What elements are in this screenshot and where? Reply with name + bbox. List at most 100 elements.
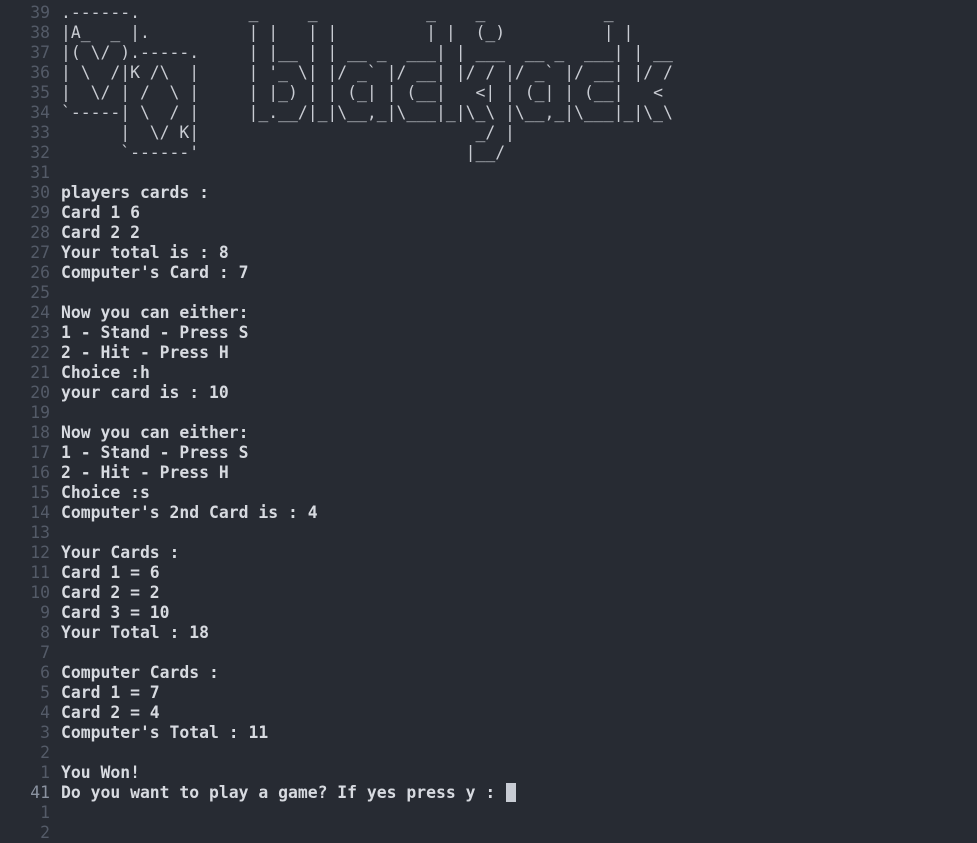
code-line: 28 Card 2 2 [0, 223, 140, 243]
output-text: Card 3 = 10 [61, 603, 170, 622]
ascii-art-line: .------. _ _ _ _ _ [61, 3, 614, 22]
output-text: Now you can either: [61, 303, 249, 322]
line-number: 27 [30, 243, 50, 262]
output-text: Choice :s [61, 483, 150, 502]
code-line: 27 Your total is : 8 [0, 243, 229, 263]
code-line: 5 Card 1 = 7 [0, 683, 160, 703]
prompt-container[interactable]: Do you want to play a game? If yes press… [61, 783, 517, 803]
ascii-art-line: |( \/ ).-----. | |__ | | __ _ ___| | ___… [61, 43, 673, 62]
code-line: 1 [0, 803, 50, 823]
code-line: 38 |A_ _ |. | | | | | | (_) | | [0, 23, 633, 43]
code-line: 15 Choice :s [0, 483, 150, 503]
line-number: 17 [30, 443, 50, 462]
code-line: 39 .------. _ _ _ _ _ [0, 3, 613, 23]
line-number: 31 [30, 163, 50, 182]
code-line: 12 Your Cards : [0, 543, 179, 563]
line-number: 37 [30, 43, 50, 62]
code-line: 19 [0, 403, 50, 423]
output-text: Card 2 2 [61, 223, 140, 242]
code-line: 3 Computer's Total : 11 [0, 723, 268, 743]
output-text: Computer Cards : [61, 663, 219, 682]
code-line: 34 `-----| \ / | |_.__/|_|\__,_|\___|_|\_… [0, 103, 673, 123]
line-number: 35 [30, 83, 50, 102]
line-number: 18 [30, 423, 50, 442]
line-number: 21 [30, 363, 50, 382]
line-number: 33 [30, 123, 50, 142]
line-number: 5 [40, 683, 50, 702]
prompt-line[interactable]: 41 Do you want to play a game? If yes pre… [0, 783, 517, 803]
code-line: 2 [0, 823, 50, 843]
line-number: 3 [40, 723, 50, 742]
line-number: 23 [30, 323, 50, 342]
code-line: 37 |( \/ ).-----. | |__ | | __ _ ___| | _… [0, 43, 673, 63]
line-number: 38 [30, 23, 50, 42]
line-number: 39 [30, 3, 50, 22]
code-line: 32 `------' |__/ [0, 143, 505, 163]
line-number: 8 [40, 623, 50, 642]
ascii-art-line: `-----| \ / | |_.__/|_|\__,_|\___|_|\_\ … [61, 103, 673, 122]
line-number: 29 [30, 203, 50, 222]
code-line: 26 Computer's Card : 7 [0, 263, 248, 283]
code-line: 8 Your Total : 18 [0, 623, 209, 643]
text-cursor[interactable] [506, 783, 517, 802]
line-number: 2 [40, 823, 50, 842]
current-line-number: 41 [30, 783, 50, 802]
code-line: 2 [0, 743, 50, 763]
output-text: Choice :h [61, 363, 150, 382]
output-text: players cards : [61, 183, 210, 202]
output-text: Computer's Total : 11 [61, 723, 269, 742]
output-text: your card is : 10 [61, 383, 229, 402]
line-number: 16 [30, 463, 50, 482]
line-number: 36 [30, 63, 50, 82]
line-number: 1 [40, 763, 50, 782]
code-line: 13 [0, 523, 50, 543]
output-text: Card 1 = 7 [61, 683, 160, 702]
code-line: 24 Now you can either: [0, 303, 248, 323]
code-line: 6 Computer Cards : [0, 663, 219, 683]
code-line: 7 [0, 643, 50, 663]
output-text: 1 - Stand - Press S [61, 323, 249, 342]
code-line: 21 Choice :h [0, 363, 150, 383]
code-line: 25 [0, 283, 50, 303]
output-text: Your Cards : [61, 543, 180, 562]
line-number: 11 [30, 563, 50, 582]
line-number: 6 [40, 663, 50, 682]
line-number: 15 [30, 483, 50, 502]
line-number: 30 [30, 183, 50, 202]
output-text: Card 1 6 [61, 203, 140, 222]
ascii-art-line: | \/ | / \ | | |_) | | (_| | (__| <| | (… [61, 83, 663, 102]
output-text: Your Total : 18 [61, 623, 210, 642]
output-text: 2 - Hit - Press H [61, 343, 229, 362]
line-number: 19 [30, 403, 50, 422]
code-line: 29 Card 1 6 [0, 203, 140, 223]
output-text: Card 2 = 2 [61, 583, 160, 602]
code-line: 22 2 - Hit - Press H [0, 343, 229, 363]
output-text: Your total is : 8 [61, 243, 229, 262]
line-number: 34 [30, 103, 50, 122]
code-line: 11 Card 1 = 6 [0, 563, 159, 583]
code-line: 4 Card 2 = 4 [0, 703, 160, 723]
code-line: 9 Card 3 = 10 [0, 603, 169, 623]
line-number: 2 [40, 743, 50, 762]
output-text: 2 - Hit - Press H [61, 463, 229, 482]
code-line: 10 Card 2 = 2 [0, 583, 159, 603]
output-text: Computer's Card : 7 [61, 263, 249, 282]
line-number: 13 [30, 523, 50, 542]
terminal-window[interactable]: 39 .------. _ _ _ _ _ 38 |A_ _ |. | | | | … [0, 0, 977, 842]
code-line: 20 your card is : 10 [0, 383, 229, 403]
code-line: 31 [0, 163, 50, 183]
output-text: 1 - Stand - Press S [61, 443, 249, 462]
line-number: 28 [30, 223, 50, 242]
code-line: 18 Now you can either: [0, 423, 248, 443]
output-text: Card 2 = 4 [61, 703, 160, 722]
output-text: Now you can either: [61, 423, 249, 442]
line-number: 25 [30, 283, 50, 302]
code-line: 30 players cards : [0, 183, 209, 203]
code-line: 17 1 - Stand - Press S [0, 443, 248, 463]
code-line: 35 | \/ | / \ | | |_) | | (_| | (__| <| |… [0, 83, 663, 103]
line-number: 12 [30, 543, 50, 562]
code-line: 23 1 - Stand - Press S [0, 323, 248, 343]
code-line: 1 You Won! [0, 763, 140, 783]
line-number: 24 [30, 303, 50, 322]
code-line: 33 | \/ K| _/ | [0, 123, 515, 143]
